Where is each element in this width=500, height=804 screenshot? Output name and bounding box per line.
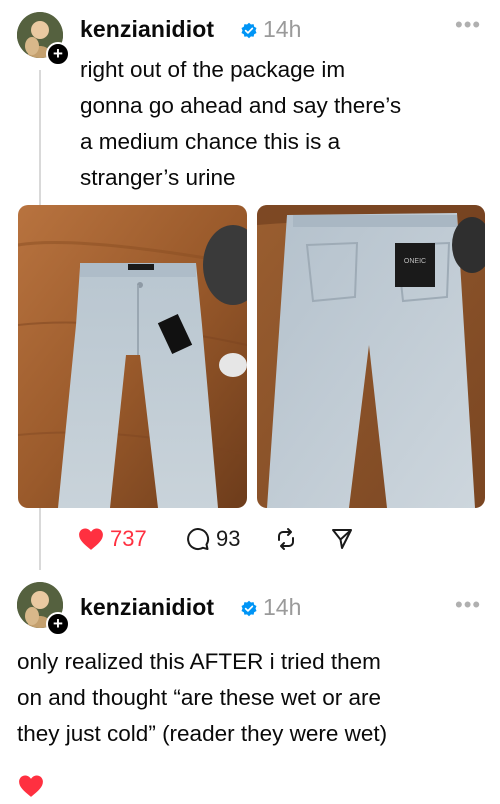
post-actions: 737 93 bbox=[78, 521, 378, 557]
reply-button[interactable]: 93 bbox=[186, 521, 240, 557]
username[interactable]: kenzianidiot bbox=[80, 594, 214, 621]
reply-count: 93 bbox=[216, 526, 241, 551]
verified-badge-icon bbox=[241, 22, 257, 39]
post-actions bbox=[18, 768, 318, 804]
follow-plus-icon[interactable]: + bbox=[46, 612, 70, 636]
more-options-icon[interactable]: ••• bbox=[455, 12, 481, 38]
like-button[interactable] bbox=[18, 768, 44, 804]
share-button[interactable] bbox=[330, 521, 354, 557]
thread-post-2: + kenzianidiot 14h ••• only realized thi… bbox=[0, 578, 500, 797]
brand-patch-text: ONEIC bbox=[404, 258, 426, 265]
verified-badge-icon bbox=[241, 600, 257, 617]
post-text: right out of the package im gonna go ahe… bbox=[80, 57, 402, 190]
post-image-2[interactable]: ONEIC bbox=[257, 205, 485, 508]
like-count: 737 bbox=[110, 526, 147, 551]
thread-post-1: + kenzianidiot 14h ••• right out of the … bbox=[0, 0, 500, 578]
repost-icon bbox=[278, 528, 294, 550]
send-icon bbox=[332, 529, 352, 549]
follow-plus-icon[interactable]: + bbox=[46, 42, 70, 66]
username[interactable]: kenzianidiot bbox=[80, 16, 214, 43]
post-text: only realized this AFTER i tried them on… bbox=[17, 649, 388, 746]
more-options-icon[interactable]: ••• bbox=[455, 592, 481, 618]
timestamp: 14h bbox=[263, 16, 302, 42]
repost-button[interactable] bbox=[274, 521, 298, 557]
heart-filled-icon bbox=[79, 528, 103, 550]
comment-icon bbox=[187, 528, 210, 551]
timestamp: 14h bbox=[263, 594, 302, 620]
post-image-1[interactable] bbox=[18, 205, 247, 508]
like-button[interactable]: 737 bbox=[78, 521, 147, 557]
